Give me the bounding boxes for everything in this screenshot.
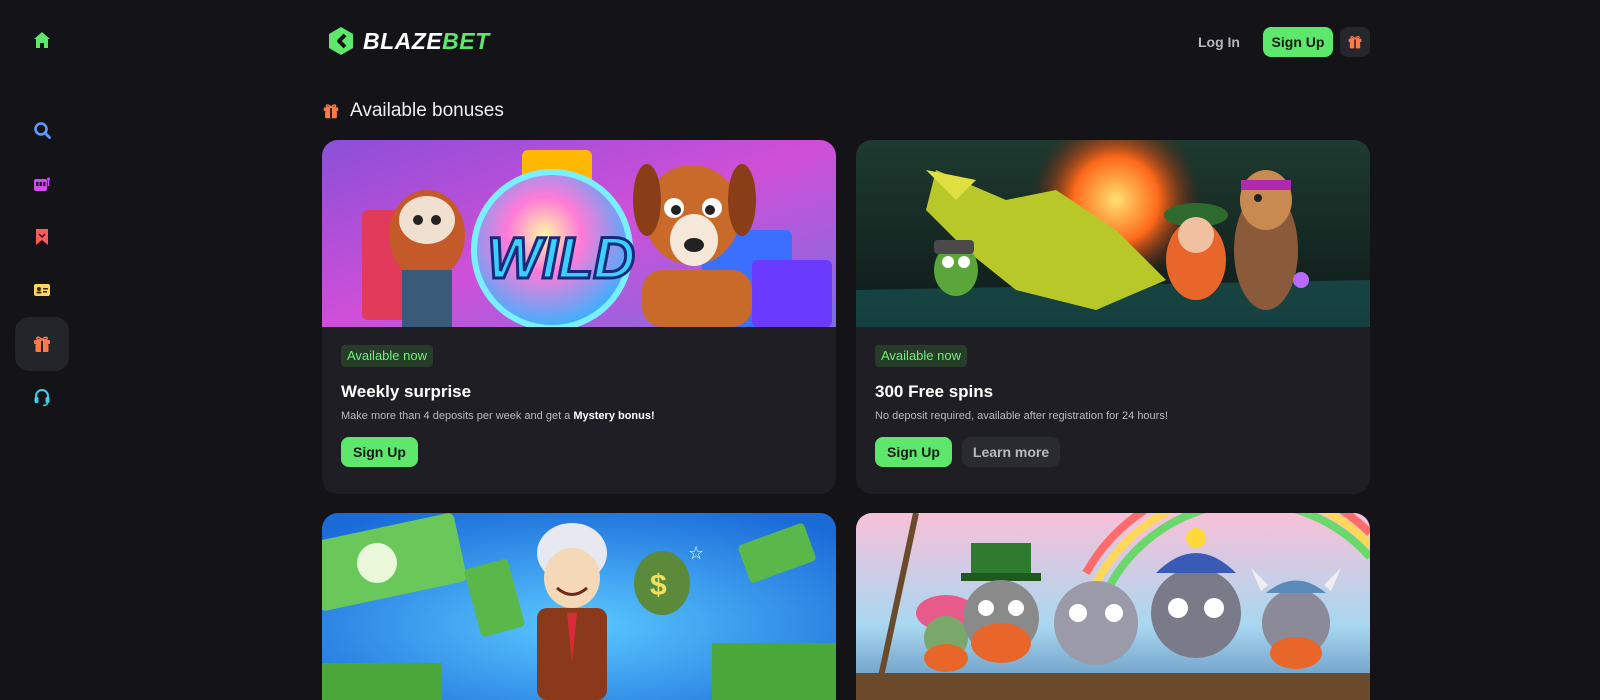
- bookmark-icon: [36, 229, 48, 245]
- gift-icon: [34, 336, 50, 352]
- bonus-image-weekly-surprise: WILD: [322, 140, 836, 327]
- gift-button[interactable]: [1340, 27, 1370, 57]
- status-badge: Available now: [875, 345, 967, 367]
- logo-text: BLAZEBET: [363, 27, 490, 54]
- id-card-icon: [34, 284, 50, 296]
- bonus-description: Make more than 4 deposits per week and g…: [341, 410, 655, 422]
- bonus-title: 300 Free spins: [875, 382, 994, 401]
- headset-icon: [34, 389, 50, 407]
- logo-mark-icon: [329, 27, 353, 55]
- home-icon: [34, 32, 50, 48]
- learn-more-button[interactable]: Learn more: [961, 437, 1061, 467]
- bonus-signup-button[interactable]: Sign Up: [341, 437, 418, 467]
- sidebar: [15, 0, 69, 700]
- sidebar-item-profile[interactable]: [15, 263, 69, 317]
- gift-icon: [323, 104, 339, 119]
- bonus-card-cashback: $ ☆: [322, 513, 836, 700]
- sidebar-item-support[interactable]: [15, 370, 69, 424]
- brand-logo[interactable]: BLAZEBET: [326, 26, 490, 56]
- sidebar-item-bookmarks[interactable]: [15, 210, 69, 264]
- svg-text:☆: ☆: [688, 543, 704, 564]
- signup-button[interactable]: Sign Up: [1263, 27, 1333, 57]
- search-icon: [34, 122, 51, 139]
- svg-text:$: $: [650, 569, 667, 602]
- slot-machine-icon: [34, 177, 50, 191]
- page-title: Available bonuses: [350, 100, 504, 121]
- status-badge: Available now: [341, 345, 433, 367]
- sidebar-item-bonuses[interactable]: [15, 317, 69, 371]
- svg-text:WILD: WILD: [487, 226, 635, 291]
- bonus-card-weekly-surprise: WILD Available now Weekly surprise Make …: [322, 140, 836, 494]
- gift-icon: [1348, 36, 1362, 49]
- bonus-description: No deposit required, available after reg…: [875, 410, 1168, 422]
- sidebar-item-search[interactable]: [15, 103, 69, 157]
- bonus-image-crew: [856, 513, 1370, 700]
- bonus-signup-button[interactable]: Sign Up: [875, 437, 952, 467]
- sidebar-item-home[interactable]: [15, 13, 69, 67]
- bonus-image-cashback: $ ☆: [322, 513, 836, 700]
- section-title: Available bonuses: [322, 98, 504, 124]
- login-link[interactable]: Log In: [1198, 30, 1240, 54]
- bonus-card-crew: [856, 513, 1370, 700]
- bonus-title: Weekly surprise: [341, 382, 472, 401]
- sidebar-item-games[interactable]: [15, 157, 69, 211]
- bonus-image-free-spins: [856, 140, 1370, 327]
- bonus-card-free-spins: Available now 300 Free spins No deposit …: [856, 140, 1370, 494]
